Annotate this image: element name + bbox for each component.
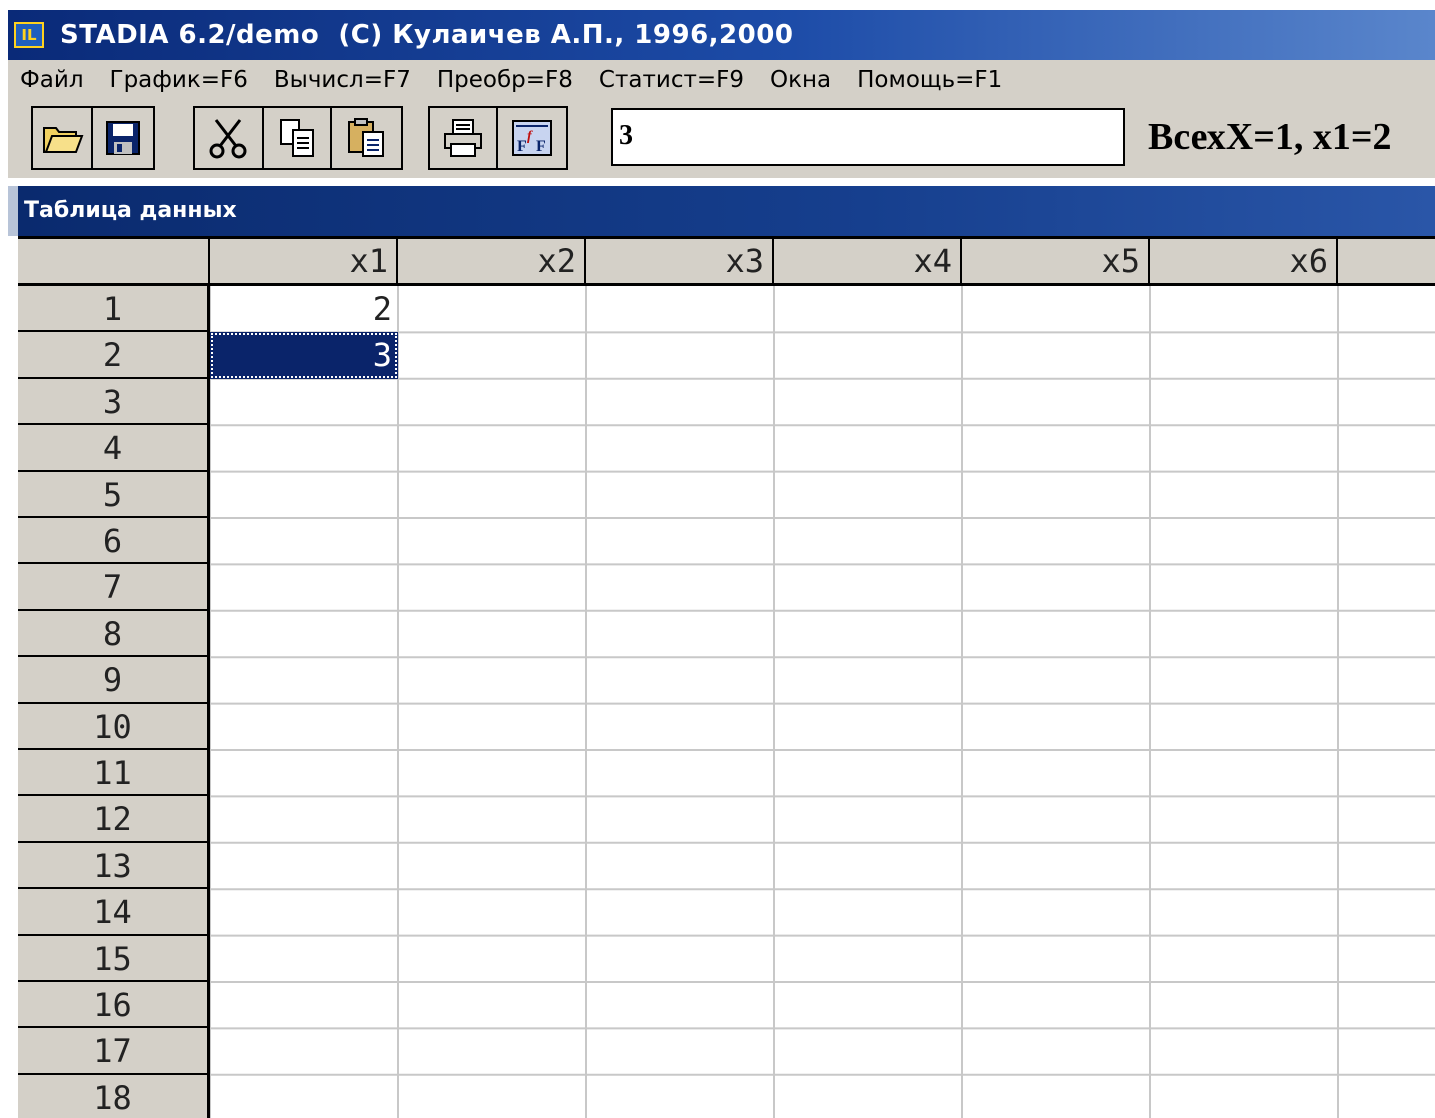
row-header-15[interactable]: 15 xyxy=(18,935,210,982)
row-header-1[interactable]: 1 xyxy=(18,286,210,333)
output-button-group: F f F xyxy=(428,106,568,170)
row-header-17[interactable]: 17 xyxy=(18,1028,210,1075)
menu-compute[interactable]: Вычисл=F7 xyxy=(262,65,419,95)
menu-help[interactable]: Помощь=F1 xyxy=(845,65,1010,95)
row-header-4[interactable]: 4 xyxy=(18,425,210,472)
menu-windows[interactable]: Окна xyxy=(758,65,839,95)
print-icon xyxy=(444,119,482,157)
menu-bar: Файл График=F6 Вычисл=F7 Преобр=F8 Стати… xyxy=(8,60,1435,100)
print-button[interactable] xyxy=(430,108,498,168)
row-header-18[interactable]: 18 xyxy=(18,1074,210,1118)
column-header-x1[interactable]: x1 xyxy=(210,236,398,286)
cut-button[interactable] xyxy=(195,108,264,168)
edit-button-group xyxy=(193,106,403,170)
row-header-11[interactable]: 11 xyxy=(18,750,210,797)
row-header-9[interactable]: 9 xyxy=(18,657,210,704)
cell-value-input[interactable]: 3 xyxy=(611,108,1125,166)
row-header-7[interactable]: 7 xyxy=(18,564,210,611)
app-logo-icon[interactable]: IL xyxy=(14,22,44,48)
save-button[interactable] xyxy=(93,108,153,168)
row-header-12[interactable]: 12 xyxy=(18,796,210,843)
row-header-16[interactable]: 16 xyxy=(18,982,210,1029)
save-disk-icon xyxy=(106,121,140,155)
status-summary: ВсехX=1, x1=2 xyxy=(1148,116,1392,158)
svg-text:F: F xyxy=(536,138,546,155)
open-button[interactable] xyxy=(33,108,93,168)
data-table-window-title[interactable]: Таблица данных xyxy=(8,186,1435,236)
menu-file[interactable]: Файл xyxy=(8,65,92,95)
formula-button[interactable]: F f F xyxy=(498,108,566,168)
menu-statistics[interactable]: Статист=F9 xyxy=(587,65,752,95)
paste-button[interactable] xyxy=(332,108,401,168)
column-header-x3[interactable]: x3 xyxy=(586,236,774,286)
paste-icon xyxy=(347,118,384,157)
toolbar: F f F 3 ВсехX=1, x1=2 xyxy=(8,100,1435,178)
column-header-x2[interactable]: x2 xyxy=(398,236,586,286)
row-header-6[interactable]: 6 xyxy=(18,518,210,565)
selected-data-cell[interactable]: 3 xyxy=(210,332,398,379)
cut-scissors-icon xyxy=(209,119,247,159)
title-bar[interactable]: IL STADIA 6.2/demo (C) Кулаичев А.П., 19… xyxy=(8,10,1435,60)
row-header-14[interactable]: 14 xyxy=(18,889,210,936)
row-header-5[interactable]: 5 xyxy=(18,471,210,518)
open-folder-icon xyxy=(43,127,84,153)
window-title: STADIA 6.2/demo (C) Кулаичев А.П., 1996,… xyxy=(60,20,794,50)
column-header-x6[interactable]: x6 xyxy=(1150,236,1338,286)
row-header-10[interactable]: 10 xyxy=(18,703,210,750)
copy-button[interactable] xyxy=(263,108,333,168)
data-table-title: Таблица данных xyxy=(24,198,237,223)
file-button-group xyxy=(31,106,155,170)
row-header-2[interactable]: 2 xyxy=(18,332,210,379)
column-header-x5[interactable]: x5 xyxy=(962,236,1150,286)
row-header-13[interactable]: 13 xyxy=(18,842,210,890)
row-header-3[interactable]: 3 xyxy=(18,378,210,426)
svg-text:F: F xyxy=(517,138,527,155)
row-header-8[interactable]: 8 xyxy=(18,610,210,658)
grid-corner[interactable] xyxy=(18,236,210,286)
formula-icon: F f F xyxy=(512,120,552,156)
menu-graph[interactable]: График=F6 xyxy=(98,65,256,95)
data-table-grid: x1 x2 x3 x4 x5 x6 1 2 3 4 5 6 7 8 9 10 11 12 13 14 15 16 17 18 2… xyxy=(18,236,1435,1118)
data-cell[interactable]: 2 xyxy=(210,286,398,332)
menu-transform[interactable]: Преобр=F8 xyxy=(425,65,581,95)
column-header-next[interactable] xyxy=(1338,236,1435,286)
stadia-app-window: IL STADIA 6.2/demo (C) Кулаичев А.П., 19… xyxy=(0,0,1435,1118)
column-header-x4[interactable]: x4 xyxy=(774,236,962,286)
copy-icon xyxy=(280,119,314,157)
